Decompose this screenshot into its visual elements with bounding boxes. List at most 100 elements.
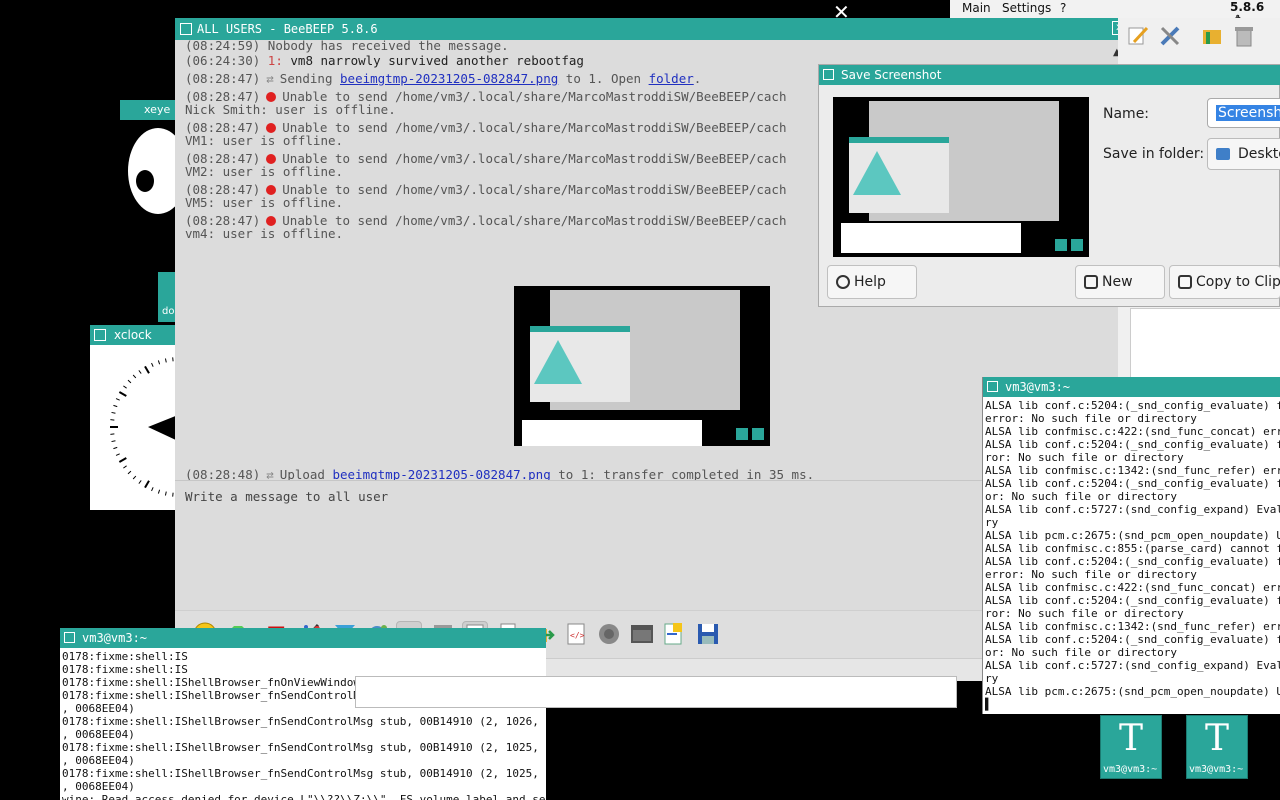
- help-button[interactable]: Help: [827, 265, 917, 299]
- chat-message-cont: VM1: user is offline.: [185, 133, 344, 148]
- menu-help[interactable]: ?: [1060, 1, 1066, 15]
- edit-icon[interactable]: [1126, 24, 1150, 48]
- clock-tick: [132, 475, 137, 480]
- clock-tick: [113, 446, 118, 450]
- error-icon: [266, 216, 277, 226]
- file-link[interactable]: beeimgtmp-20231205-082847.png: [340, 71, 558, 86]
- chat-message: (06:24:30) 1: vm8 narrowly survived anot…: [185, 53, 584, 68]
- iconified-terminal[interactable]: T vm3@vm3:~: [1186, 715, 1248, 779]
- users-icon[interactable]: [1200, 24, 1224, 48]
- terminal-titlebar[interactable]: vm3@vm3:~: [60, 628, 546, 648]
- terminal-line: 0178:fixme:shell:IS: [62, 663, 188, 676]
- terminal-line: ALSA lib confmisc.c:1342:(snd_func_refer…: [985, 464, 1280, 477]
- users-list[interactable]: [1130, 308, 1280, 380]
- note-icon[interactable]: [661, 621, 687, 647]
- filename-value: Screensho: [1216, 105, 1280, 121]
- clock-tick: [157, 489, 161, 494]
- chat-message: (08:28:47) ⇄ Sending beeimgtmp-20231205-08…: [185, 71, 702, 86]
- window-icon: [180, 23, 192, 35]
- xclock-face: [90, 345, 250, 510]
- terminal-line: 0178:fixme:shell:IS: [62, 650, 188, 663]
- new-button[interactable]: New: [1075, 265, 1165, 299]
- clock-tick: [138, 370, 142, 374]
- clock-tick: [111, 411, 116, 414]
- window-icon: [64, 632, 75, 643]
- terminal-line: , 0068EE04): [62, 728, 135, 741]
- window-icon: [987, 381, 998, 392]
- clock-tick: [164, 358, 167, 363]
- terminal-line: or: No such file or directory: [985, 646, 1178, 659]
- tools-icon[interactable]: [1158, 24, 1182, 48]
- clock-tick: [164, 491, 167, 496]
- dialog-title: Save Screenshot: [841, 68, 942, 82]
- chat-message-cont: vm4: user is offline.: [185, 226, 344, 241]
- copy-to-clipboard-button[interactable]: Copy to Clip: [1169, 265, 1280, 299]
- terminal-line: ALSA lib pcm.c:2675:(snd_pcm_open_noupda…: [985, 685, 1280, 698]
- iconified-terminal[interactable]: T vm3@vm3:~: [1100, 715, 1162, 779]
- terminal-icon: T: [1119, 718, 1144, 759]
- folder-value: Deskto: [1238, 146, 1280, 162]
- record-icon[interactable]: [596, 621, 622, 647]
- terminal-title: vm3@vm3:~: [82, 631, 148, 645]
- save-icon[interactable]: [695, 621, 721, 647]
- overlay-input-field[interactable]: [355, 676, 957, 708]
- clock-tick: [111, 440, 116, 443]
- help-label: Help: [854, 274, 886, 290]
- xclock-titlebar[interactable]: xclock: [90, 325, 180, 345]
- xclock-title: xclock: [114, 328, 152, 342]
- terminal-line: ALSA lib confmisc.c:422:(snd_func_concat…: [985, 425, 1280, 438]
- menu-settings[interactable]: Settings: [1002, 1, 1051, 15]
- terminal-line: ALSA lib conf.c:5204:(_snd_config_evalua…: [985, 438, 1280, 451]
- window-icon: [94, 329, 106, 341]
- chat-message: (08:24:59) Nobody has received the messa…: [185, 40, 509, 53]
- close-icon[interactable]: ✕: [833, 0, 850, 24]
- clock-tick: [138, 480, 142, 484]
- file-transfer-icon: ⇄: [266, 71, 274, 86]
- terminal-line: ror: No such file or directory: [985, 451, 1184, 464]
- dialog-titlebar[interactable]: Save Screenshot: [819, 65, 1280, 85]
- terminal-line: error: No such file or directory: [985, 412, 1197, 425]
- terminal-window[interactable]: vm3@vm3:~ ALSA lib conf.c:5204:(_snd_con…: [982, 377, 1280, 714]
- terminal-line: ry: [985, 516, 999, 529]
- clock-tick: [123, 385, 127, 389]
- clock-tick: [118, 391, 127, 397]
- svg-text:</>: </>: [570, 631, 585, 640]
- terminal-window[interactable]: vm3@vm3:~ 0178:fixme:shell:IS 0178:fixme:…: [60, 628, 546, 800]
- terminal-line: ▌: [985, 698, 992, 711]
- terminal-line: ALSA lib confmisc.c:855:(parse_card) can…: [985, 542, 1280, 555]
- clock-tick: [118, 457, 127, 463]
- terminal-line: ALSA lib confmisc.c:422:(snd_func_concat…: [985, 581, 1280, 594]
- terminal-line: 0178:fixme:shell:IShellBrowser_fnSendCon…: [62, 715, 546, 728]
- terminal-output[interactable]: ALSA lib conf.c:5204:(_snd_config_evalua…: [985, 399, 1280, 711]
- terminal-line: error: No such file or directory: [985, 568, 1197, 581]
- terminal-line: ALSA lib conf.c:5204:(_snd_config_evalua…: [985, 594, 1280, 607]
- clock-tick: [132, 374, 137, 379]
- terminal-line: ry: [985, 672, 999, 685]
- beebeep-titlebar[interactable]: ALL USERS - BeeBEEP 5.8.6 x: [175, 18, 1132, 40]
- terminal-title: vm3@vm3:~: [1005, 380, 1071, 394]
- window-title: ALL USERS - BeeBEEP 5.8.6: [197, 22, 378, 36]
- chat-message-cont: Nick Smith: user is offline.: [185, 102, 396, 117]
- folder-icon: [1216, 148, 1230, 160]
- terminal-output[interactable]: 0178:fixme:shell:IS 0178:fixme:shell:IS 01…: [62, 650, 546, 800]
- clock-tick: [127, 379, 132, 384]
- terminal-titlebar[interactable]: vm3@vm3:~: [983, 377, 1280, 397]
- folder-link[interactable]: folder: [649, 71, 694, 86]
- terminal-line: or: No such file or directory: [985, 490, 1178, 503]
- icon-label: vm3@vm3:~: [1189, 764, 1244, 775]
- copy-icon: [1178, 275, 1192, 289]
- trash-icon[interactable]: [1232, 24, 1256, 48]
- html-icon[interactable]: </>: [563, 621, 589, 647]
- folder-chooser[interactable]: Deskto: [1207, 138, 1280, 170]
- menu-main[interactable]: Main: [962, 1, 991, 15]
- terminal-line: ror: No such file or directory: [985, 607, 1184, 620]
- xeyes-titlebar[interactable]: xeye: [120, 100, 180, 120]
- window-icon: [122, 102, 138, 118]
- terminal-line: , 0068EE04): [62, 780, 135, 793]
- copy-label: Copy to Clip: [1196, 274, 1280, 290]
- screenshot-thumbnail[interactable]: [514, 286, 770, 446]
- terminal-line: , 0068EE04): [62, 754, 135, 767]
- filename-input[interactable]: Screensho: [1207, 98, 1280, 128]
- clock-tick: [144, 365, 150, 374]
- screenshot-icon[interactable]: [629, 621, 655, 647]
